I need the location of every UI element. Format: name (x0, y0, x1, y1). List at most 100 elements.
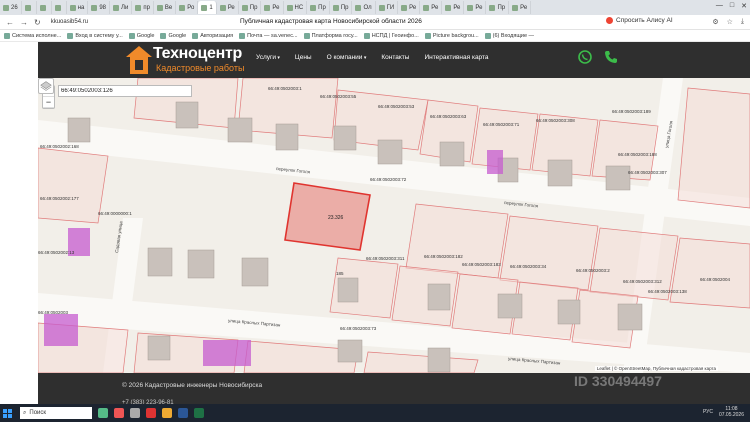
menu-item[interactable]: Услуги ▾ (256, 54, 280, 61)
whatsapp-icon[interactable] (578, 50, 592, 64)
building (147, 247, 173, 277)
building (617, 303, 643, 331)
browser-tab[interactable]: Пр (330, 1, 353, 14)
minimize-icon[interactable]: — (716, 2, 723, 10)
tab-favicon-icon (201, 4, 208, 11)
bookmark-item[interactable]: Платформа госу... (303, 32, 358, 39)
browser-tab[interactable]: ГИ (376, 1, 399, 14)
bookmark-icon[interactable]: ☆ (727, 18, 733, 26)
parcel[interactable] (669, 237, 750, 309)
cadastral-map[interactable]: 23.326 66:49:0502003:1 66:49:0502003:55 66… (38, 78, 750, 373)
cadastre-search-input[interactable] (58, 85, 192, 97)
menu-item[interactable]: Контакты (381, 54, 409, 61)
parcel-label: 66:49:0502003:308 (536, 118, 575, 123)
parcel[interactable] (677, 87, 750, 209)
bookmark-label: Авторизация (200, 32, 234, 39)
parcel-label: 66:49:0502003:73 (340, 326, 377, 331)
menu-item[interactable]: Цены (295, 54, 312, 61)
browser-tab[interactable]: Пр (239, 1, 262, 14)
browser-tab[interactable]: 1 (198, 1, 217, 14)
building (605, 165, 631, 191)
yandex-browser-icon[interactable] (146, 408, 156, 418)
browser-address-bar: ← → ↻ kkuoasib54.ru Публичная кадастрова… (0, 15, 750, 30)
tab-label: пр (143, 4, 150, 11)
start-button[interactable] (0, 404, 14, 422)
browser-tab[interactable]: Ре (509, 1, 532, 14)
phone-icon[interactable] (604, 50, 618, 64)
bookmark-label: Google (168, 32, 187, 39)
url-field[interactable]: kkuoasib54.ru (51, 19, 161, 25)
building (67, 117, 91, 143)
language-indicator[interactable]: РУС (703, 409, 713, 415)
bookmark-item[interactable]: Вход в систему у... (67, 32, 123, 39)
tab-label: Ол (363, 4, 372, 11)
tab-label: Ре (227, 4, 235, 11)
browser-tab[interactable] (52, 1, 67, 14)
bookmark-item[interactable]: Google (128, 32, 154, 39)
parcel-label: 66:49:0502003:55 (320, 94, 357, 99)
brand-name: Техноцентр (153, 45, 243, 62)
selected-parcel-label: 23.326 (328, 215, 344, 221)
back-icon[interactable]: ← (6, 18, 14, 27)
bookmark-item[interactable]: Почта — sa.venec... (239, 32, 298, 39)
browser-tab[interactable]: Ре (217, 1, 239, 14)
word-icon[interactable] (178, 408, 188, 418)
browser-tab[interactable]: Пр (307, 1, 330, 14)
parcel-label: 185 (336, 271, 344, 276)
browser-tab[interactable]: Ро (176, 1, 199, 14)
building (427, 283, 451, 311)
browser-tab[interactable]: Ре (464, 1, 487, 14)
screen: 26 на 98 Ли пр Ве Ро 1 Ре Пр Ре НС Пр Пр Ол ГИ Ре Ре Ре Ре П… (0, 0, 750, 422)
map-canvas[interactable]: 23.326 66:49:0502003:1 66:49:0502003:55 66… (38, 78, 750, 373)
reload-icon[interactable]: ↻ (34, 18, 41, 27)
taskbar-search[interactable]: ⌕ Поиск (20, 407, 92, 419)
browser-tab[interactable]: Ре (420, 1, 443, 14)
maximize-icon[interactable]: □ (730, 2, 734, 10)
browser-tab[interactable]: 98 (88, 1, 111, 14)
parcel-label: 66:49:0502003:188 (618, 152, 657, 157)
layers-icon[interactable] (38, 78, 54, 94)
browser-tab[interactable] (22, 1, 37, 14)
browser-tab[interactable]: Пр (486, 1, 510, 14)
tab-label: 98 (99, 4, 107, 11)
bookmark-item[interactable]: Авторизация (192, 32, 234, 39)
extensions-icon[interactable]: ⚙ (712, 18, 718, 26)
browser-tab[interactable]: пр (132, 1, 154, 14)
app-icon[interactable] (98, 408, 108, 418)
browser-tab[interactable]: НС (284, 1, 308, 14)
parcel-label: 66:49:0502003:2 (576, 268, 610, 273)
forward-icon[interactable]: → (20, 18, 28, 27)
close-icon[interactable]: ✕ (741, 2, 747, 10)
excel-icon[interactable] (194, 408, 204, 418)
browser-tab[interactable]: Ол (352, 1, 376, 14)
bookmark-favicon-icon (4, 32, 10, 39)
app-icon[interactable] (130, 408, 140, 418)
browser-tab[interactable] (37, 1, 52, 14)
parcel-label: 66:49:0502002:13 (38, 250, 75, 255)
browser-tab[interactable]: Ре (398, 1, 421, 14)
menu-item[interactable]: Интерактивная карта (424, 54, 488, 61)
bookmark-item[interactable]: Picture backgrou... (424, 32, 479, 39)
browser-tab[interactable]: Ли (110, 1, 133, 14)
browser-tab[interactable]: Ве (154, 1, 177, 14)
parcel[interactable] (499, 215, 599, 291)
bookmark-item[interactable]: (6) Входящие — (484, 32, 534, 39)
bookmark-item[interactable]: Система исполне... (4, 32, 61, 39)
logo[interactable]: Техноцентр Кадастровые работы (126, 44, 246, 76)
clock[interactable]: 11:08 07.05.2026 (719, 406, 744, 418)
app-icon[interactable] (114, 408, 124, 418)
menu-item[interactable]: О компании ▾ (327, 54, 367, 61)
tab-label: 26 (11, 4, 18, 11)
browser-tab[interactable]: Ре (261, 1, 284, 14)
file-explorer-icon[interactable] (162, 408, 172, 418)
browser-tab[interactable]: на (67, 1, 89, 14)
parcel[interactable] (363, 351, 479, 373)
building (175, 101, 199, 129)
browser-tab[interactable]: Ре (442, 1, 465, 14)
download-icon[interactable]: ⤓ (741, 18, 744, 26)
bookmark-item[interactable]: Google (160, 32, 187, 39)
zoom-out-button[interactable]: − (43, 97, 54, 108)
bookmark-item[interactable]: НСПД | Геоинфо... (363, 32, 419, 39)
alisa-button[interactable]: Спросить Алису AI (606, 17, 673, 24)
browser-tab[interactable]: 26 (0, 1, 22, 14)
